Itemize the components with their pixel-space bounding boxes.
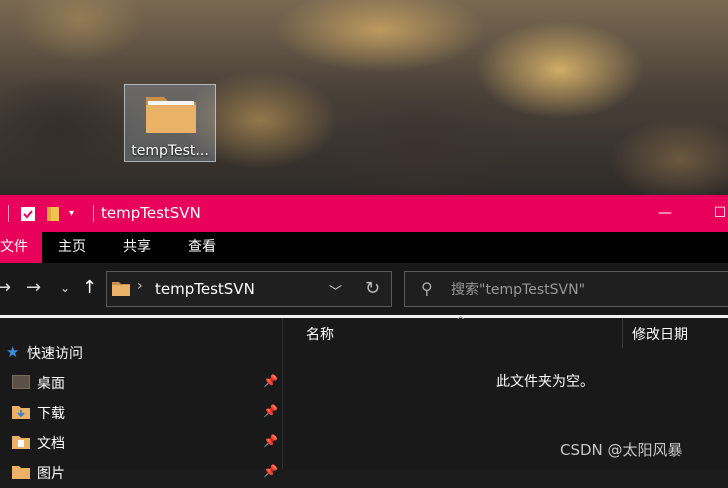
chevron-right-icon[interactable]: › [137, 278, 143, 294]
tab-share[interactable]: 共享 [115, 232, 159, 263]
ribbon-tabs: 文件 主页 共享 查看 [0, 232, 728, 263]
pin-icon[interactable]: 📌 [263, 464, 278, 478]
empty-folder-message: 此文件夹为空。 [496, 374, 594, 390]
title-separator [8, 205, 9, 222]
window-title: tempTestSVN [101, 204, 201, 222]
folder-icon [146, 97, 196, 133]
nav-item-label: 文档 [37, 436, 65, 452]
search-icon: ⚲ [421, 279, 433, 298]
title-bar: ▾ tempTestSVN — ☐ [0, 195, 728, 232]
pin-icon[interactable]: 📌 [263, 434, 278, 448]
pictures-icon [12, 466, 30, 479]
forward-arrow-icon[interactable]: → [26, 277, 41, 298]
nav-item-label: 图片 [37, 466, 65, 482]
star-icon: ★ [6, 343, 20, 361]
pin-icon[interactable]: 📌 [263, 404, 278, 418]
column-header-modified[interactable]: 修改日期 [632, 324, 688, 344]
nav-item-desktop[interactable]: 桌面 📌 [0, 368, 282, 398]
desktop-background: tempTest... [0, 0, 728, 195]
qat-dropdown-icon[interactable]: ▾ [69, 208, 74, 219]
quick-access-toolbar: ▾ [20, 195, 74, 232]
pin-icon[interactable]: 📌 [263, 374, 278, 388]
new-folder-icon[interactable] [46, 206, 60, 222]
nav-item-documents[interactable]: 文档 📌 [0, 428, 282, 458]
folder-icon [112, 282, 130, 296]
navigation-pane: ★ 快速访问 桌面 📌 下载 📌 文档 📌 图片 📌 [0, 318, 283, 482]
nav-item-pictures[interactable]: 图片 📌 [0, 458, 282, 488]
minimize-icon[interactable]: — [650, 195, 680, 232]
back-arrow-icon[interactable]: → [0, 277, 11, 298]
desktop-folder-shortcut[interactable]: tempTest... [124, 84, 216, 162]
sort-caret-icon: ^ [456, 314, 466, 327]
search-box[interactable]: ⚲ [404, 271, 728, 307]
chevron-down-icon[interactable]: ﹀ [329, 281, 342, 300]
desktop-folder-label: tempTest... [131, 143, 209, 159]
watermark: CSDN @太阳风暴 [560, 441, 683, 459]
documents-icon [12, 436, 30, 449]
column-header-name[interactable]: 名称 [306, 324, 334, 344]
navigation-bar: → → ⌄ ↑ › tempTestSVN ﹀ ↻ ⚲ [0, 263, 728, 315]
column-separator[interactable] [622, 318, 623, 348]
desktop-icon [12, 375, 30, 389]
downloads-icon [12, 406, 30, 419]
address-bar[interactable]: › tempTestSVN ﹀ ↻ [106, 271, 392, 307]
search-input[interactable] [449, 278, 723, 302]
recent-locations-icon[interactable]: ⌄ [60, 281, 70, 295]
explorer-body: ★ 快速访问 桌面 📌 下载 📌 文档 📌 图片 📌 ^ 名称 修改日期 此文件… [0, 314, 728, 482]
up-arrow-icon[interactable]: ↑ [82, 277, 97, 298]
nav-item-quick-access[interactable]: ★ 快速访问 [0, 338, 282, 368]
address-path[interactable]: tempTestSVN [155, 280, 255, 298]
nav-item-label: 快速访问 [27, 346, 83, 362]
tab-home[interactable]: 主页 [50, 232, 94, 263]
tab-view[interactable]: 查看 [180, 232, 224, 263]
maximize-icon[interactable]: ☐ [705, 195, 728, 232]
nav-item-downloads[interactable]: 下载 📌 [0, 398, 282, 428]
properties-icon[interactable] [20, 206, 36, 222]
refresh-icon[interactable]: ↻ [365, 278, 380, 299]
nav-item-label: 桌面 [37, 376, 65, 392]
tab-file[interactable]: 文件 [0, 232, 42, 263]
nav-item-label: 下载 [37, 406, 65, 422]
title-separator-2 [93, 205, 94, 222]
